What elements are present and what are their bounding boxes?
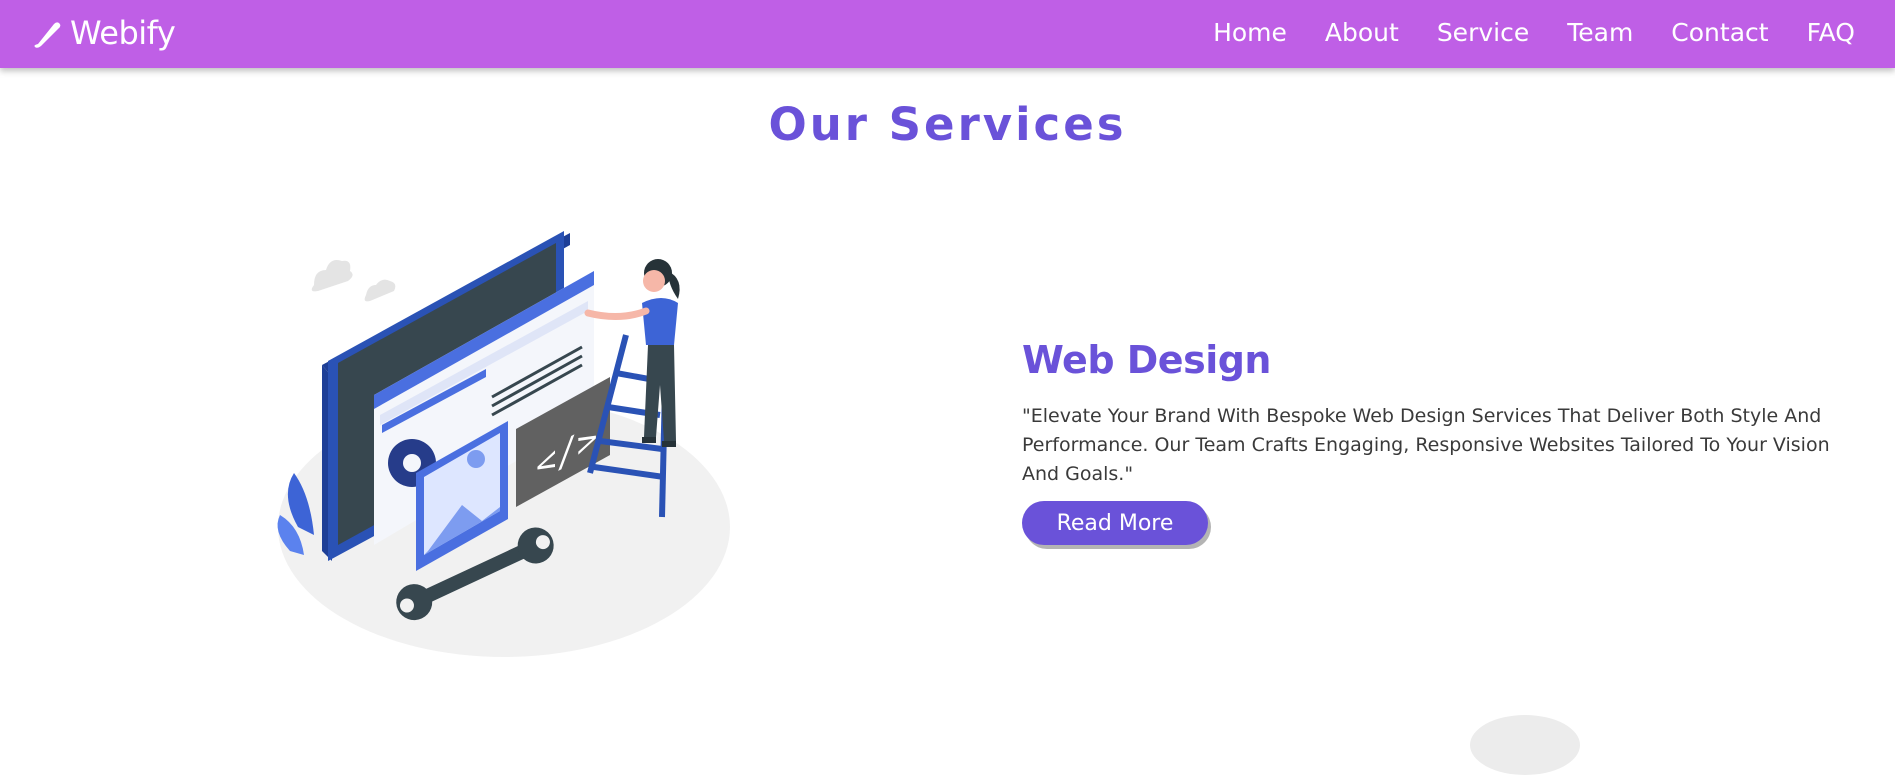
nav-link-service[interactable]: Service xyxy=(1437,18,1529,47)
nav-item-home: Home xyxy=(1213,18,1287,47)
nav-link-about[interactable]: About xyxy=(1325,18,1399,47)
brush-icon xyxy=(34,22,61,48)
web-design-illustration: </> xyxy=(277,231,730,657)
logo-link[interactable]: Webify xyxy=(30,10,176,56)
navbar: Webify Home About Service Team Contact F… xyxy=(0,0,1895,68)
nav-link-team[interactable]: Team xyxy=(1567,18,1633,47)
nav-item-about: About xyxy=(1325,18,1399,47)
service-description: "Elevate Your Brand With Bespoke Web Des… xyxy=(1022,405,1830,485)
read-more-button[interactable]: Read More xyxy=(1022,501,1208,545)
nav-item-contact: Contact xyxy=(1671,18,1768,47)
logo-text: Webify xyxy=(70,14,176,52)
section-title: Our Services xyxy=(768,98,1127,151)
next-service-illustration-edge xyxy=(1470,715,1580,775)
nav-menu: Home About Service Team Contact FAQ xyxy=(1213,0,1855,64)
service-title: Web Design xyxy=(1022,338,1271,382)
nav-link-faq[interactable]: FAQ xyxy=(1807,18,1855,47)
nav-link-contact[interactable]: Contact xyxy=(1671,18,1768,47)
nav-item-team: Team xyxy=(1567,18,1633,47)
nav-item-faq: FAQ xyxy=(1807,18,1855,47)
nav-item-service: Service xyxy=(1437,18,1529,47)
nav-link-home[interactable]: Home xyxy=(1213,18,1287,47)
